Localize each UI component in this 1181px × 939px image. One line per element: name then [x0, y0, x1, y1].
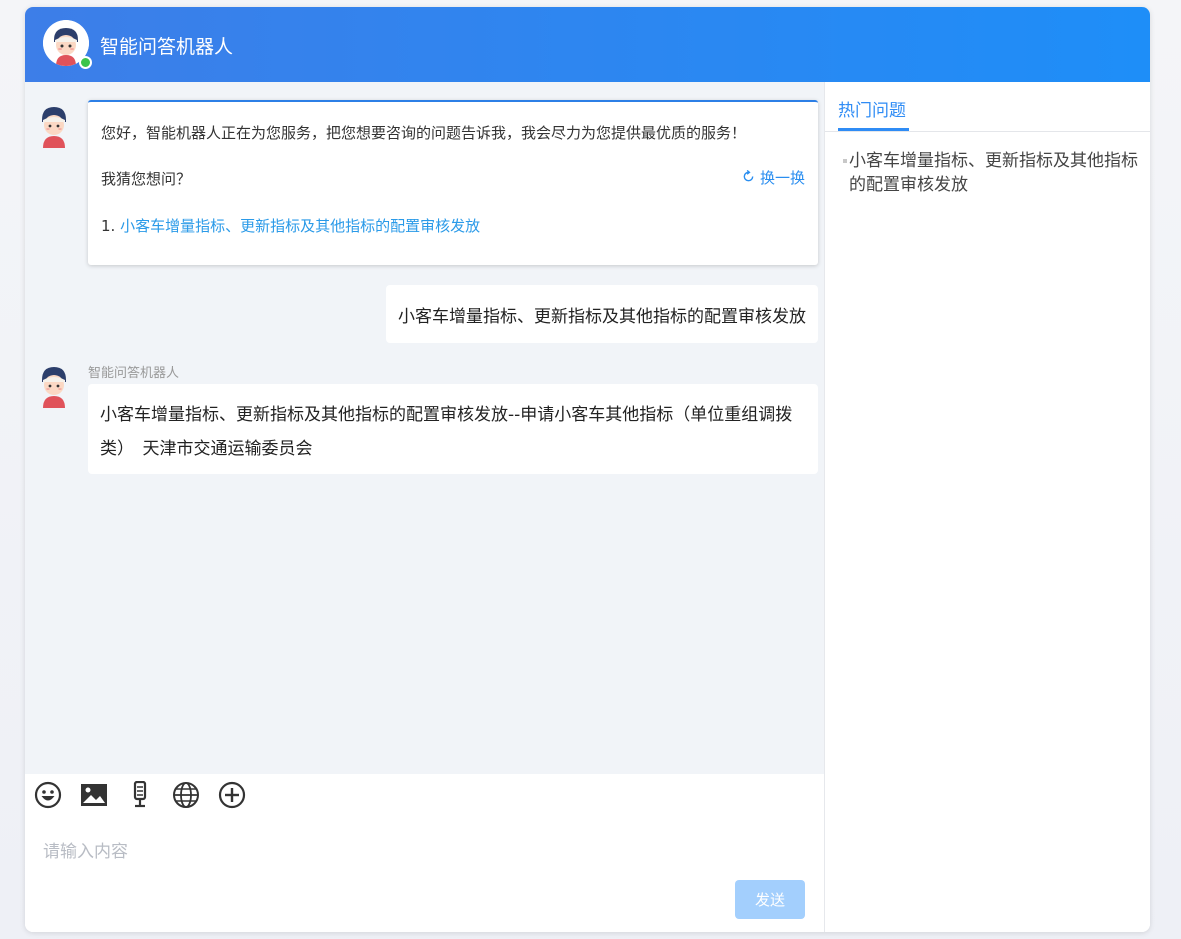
suggestion-link[interactable]: 小客车增量指标、更新指标及其他指标的配置审核发放 [120, 217, 480, 235]
send-button[interactable]: 发送 [735, 880, 805, 919]
welcome-card: 您好，智能机器人正在为您服务，把您想要咨询的问题告诉我，我会尽力为您提供最优质的… [88, 100, 818, 265]
hot-questions-tabbar: 热门问题 [825, 82, 1150, 132]
bot-avatar [37, 104, 71, 148]
active-tab-indicator [838, 128, 909, 131]
list-bullet [843, 159, 847, 163]
refresh-button[interactable]: 换一换 [742, 167, 805, 188]
plus-circle-icon[interactable] [217, 780, 247, 810]
online-status-dot [79, 56, 92, 69]
message-input[interactable] [43, 822, 803, 882]
guess-label: 我猜您想问？ [101, 170, 192, 188]
microphone-icon[interactable] [125, 780, 155, 810]
chat-messages-area[interactable]: 您好，智能机器人正在为您服务，把您想要咨询的问题告诉我，我会尽力为您提供最优质的… [25, 82, 824, 774]
user-message-bubble: 小客车增量指标、更新指标及其他指标的配置审核发放 [386, 285, 818, 343]
image-icon[interactable] [79, 780, 109, 810]
tab-hot-questions[interactable]: 热门问题 [838, 96, 906, 121]
bot-avatar [37, 364, 71, 408]
chat-header: 智能问答机器人 [25, 7, 1150, 82]
header-title: 智能问答机器人 [100, 36, 234, 58]
suggestion-number: 1. [101, 217, 116, 235]
bot-answer-bubble: 小客车增量指标、更新指标及其他指标的配置审核发放--申请小客车其他指标（单位重组… [88, 384, 818, 474]
input-toolbar [33, 780, 247, 810]
globe-icon[interactable] [171, 780, 201, 810]
hot-questions-panel: 热门问题 小客车增量指标、更新指标及其他指标的配置审核发放 [824, 82, 1150, 932]
chat-window: 智能问答机器人 您好，智能机器人正在为您服务，把您想要咨询的问题告诉我，我会尽力… [25, 7, 1150, 932]
refresh-icon [742, 169, 755, 187]
emoji-icon[interactable] [33, 780, 63, 810]
suggestion-item: 1. 小客车增量指标、更新指标及其他指标的配置审核发放 [101, 215, 480, 236]
bot-name-label: 智能问答机器人 [88, 366, 180, 381]
input-area: 发送 [25, 774, 824, 932]
refresh-label: 换一换 [759, 169, 805, 187]
greeting-text: 您好，智能机器人正在为您服务，把您想要咨询的问题告诉我，我会尽力为您提供最优质的… [101, 124, 747, 142]
hot-question-item[interactable]: 小客车增量指标、更新指标及其他指标的配置审核发放 [849, 149, 1139, 197]
